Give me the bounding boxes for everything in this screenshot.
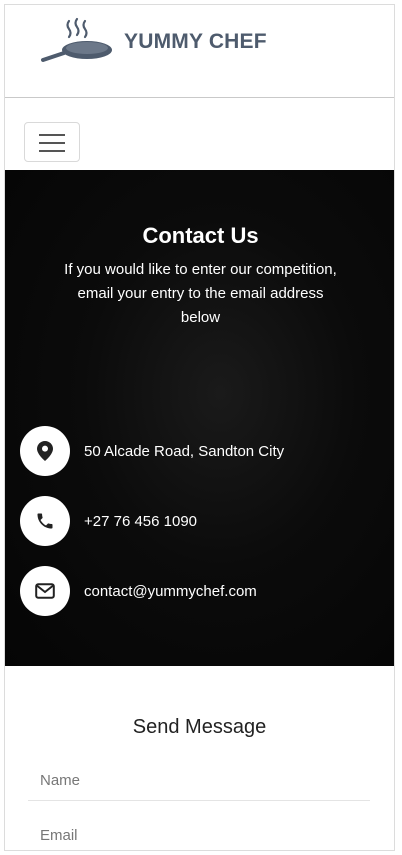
frying-pan-logo-icon[interactable] [37, 17, 117, 67]
email-input[interactable] [28, 816, 370, 850]
address-icon-circle [20, 426, 70, 476]
map-pin-icon [37, 441, 53, 461]
nav-toggle-button[interactable] [24, 122, 80, 162]
email-item: contact@yummychef.com [20, 566, 257, 616]
contact-subtitle: If you would like to enter our competiti… [64, 261, 337, 326]
address-text: 50 Alcade Road, Sandton City [84, 442, 285, 460]
name-input[interactable] [28, 761, 370, 801]
brand-name[interactable]: YUMMY CHEF [124, 30, 267, 54]
email-icon-circle [20, 566, 70, 616]
hamburger-icon [39, 134, 65, 136]
contact-title: Contact Us [142, 223, 259, 248]
page: YUMMY CHEF Contact Us If you would like … [4, 4, 395, 851]
phone-icon [37, 513, 53, 529]
envelope-icon [35, 583, 55, 599]
phone-item: +27 76 456 1090 [20, 496, 197, 546]
phone-icon-circle [20, 496, 70, 546]
email-text[interactable]: contact@yummychef.com [84, 583, 257, 600]
address-item: 50 Alcade Road, Sandton City [20, 426, 284, 476]
phone-text[interactable]: +27 76 456 1090 [84, 513, 197, 530]
hamburger-icon-bar [39, 142, 65, 144]
hamburger-icon-bar [39, 150, 65, 152]
site-header: YUMMY CHEF [5, 5, 394, 98]
contact-section: Contact Us If you would like to enter ou… [5, 170, 394, 666]
send-message-title: Send Message [132, 716, 267, 738]
